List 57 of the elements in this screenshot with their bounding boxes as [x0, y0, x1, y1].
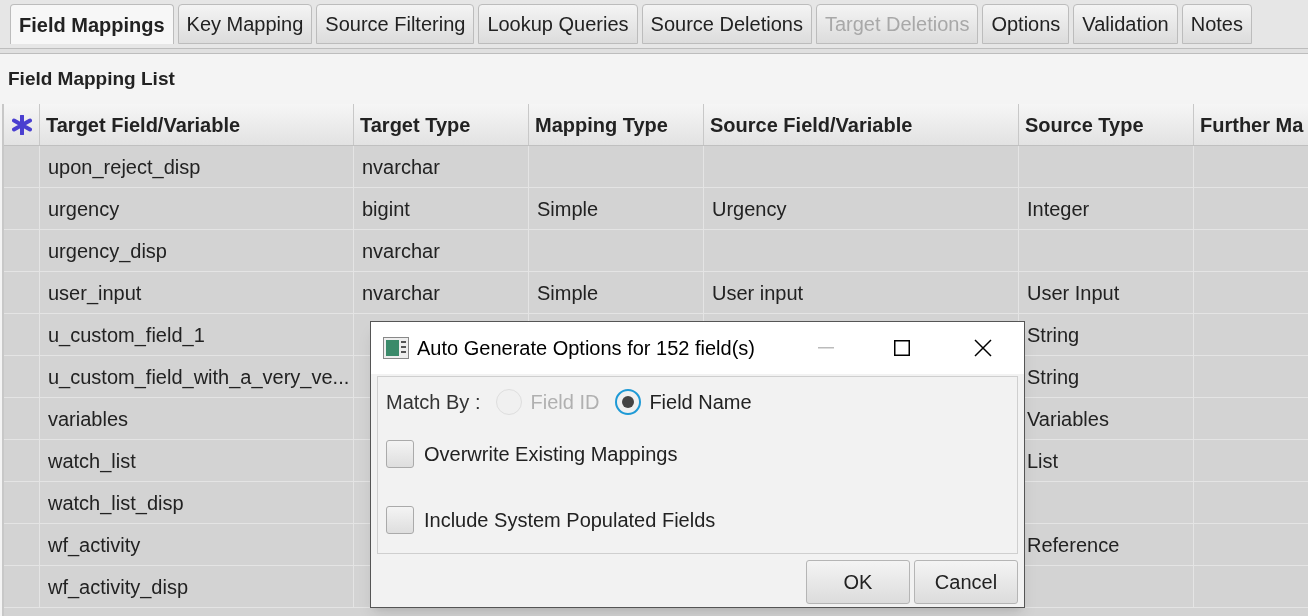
tab[interactable]: Field Mappings [10, 4, 174, 44]
table-cell-text: urgency_disp [48, 238, 167, 265]
table-cell-text: upon_reject_disp [48, 154, 201, 181]
dialog-title: Auto Generate Options for 152 field(s) [417, 336, 755, 361]
table-cell-text: Simple [537, 196, 599, 222]
radio-label: Field ID [530, 390, 600, 415]
table-cell-text: wf_activity_disp [48, 574, 189, 601]
table-cell-text: u_custom_field_with_a_very_ve... [48, 364, 350, 391]
dialog-button[interactable]: Cancel [914, 560, 1018, 604]
table-cell-text: Urgency [712, 196, 787, 222]
tab[interactable]: Source Filtering [316, 4, 475, 44]
close-icon[interactable] [974, 339, 992, 357]
tab[interactable]: Validation [1073, 4, 1178, 44]
table-cell-text: Reference [1027, 532, 1120, 558]
table-cell-text: wf_activity [48, 532, 141, 559]
checkbox[interactable] [386, 506, 414, 534]
radio-label: Field Name [649, 390, 752, 415]
asterisk-icon [11, 114, 32, 135]
column-header[interactable]: Source Type [1025, 109, 1144, 140]
column-header[interactable]: Source Field/Variable [710, 109, 913, 140]
table-cell-text: nvarchar [362, 154, 440, 180]
tab[interactable]: Notes [1181, 4, 1252, 44]
table-cell-text: User input [712, 280, 804, 306]
table-cell-text: watch_list_disp [48, 490, 184, 517]
column-header[interactable]: Target Type [360, 109, 471, 140]
table-cell-text: urgency [48, 196, 120, 222]
tab[interactable]: Key Mapping [177, 4, 313, 44]
table-cell-text: nvarchar [362, 280, 440, 306]
match-by-label: Match By : [386, 390, 481, 415]
table-cell-text: String [1027, 364, 1080, 390]
table-cell-text: user_input [48, 280, 142, 307]
table-cell-text: bigint [362, 196, 410, 222]
table-cell-text: Integer [1027, 196, 1090, 222]
column-header[interactable]: Target Field/Variable [46, 109, 241, 140]
table-cell-text: Variables [1027, 406, 1109, 432]
table-cell-text: Simple [537, 280, 599, 306]
radio-button[interactable] [615, 389, 642, 415]
tab[interactable]: Options [982, 4, 1070, 44]
table-cell-text: variables [48, 406, 129, 432]
app-icon [383, 337, 409, 359]
table-cell-text: List [1027, 448, 1059, 474]
dialog-button[interactable]: OK [806, 560, 910, 604]
checkbox-label: Overwrite Existing Mappings [424, 442, 678, 467]
checkbox[interactable] [386, 440, 414, 468]
panel-title: Field Mapping List [8, 66, 175, 91]
table-cell-text: nvarchar [362, 238, 440, 264]
tab[interactable]: Lookup Queries [478, 4, 638, 44]
column-header[interactable]: Mapping Type [535, 109, 668, 140]
checkbox-label: Include System Populated Fields [424, 508, 716, 533]
table-cell-text: User Input [1027, 280, 1120, 306]
table-cell-text: String [1027, 322, 1080, 348]
maximize-icon[interactable] [894, 340, 910, 356]
column-header[interactable]: Further Ma [1200, 109, 1304, 140]
tab[interactable]: Source Deletions [641, 4, 812, 44]
table-cell-text: watch_list [48, 448, 136, 475]
minimize-icon[interactable] [818, 347, 834, 349]
table-cell-text: u_custom_field_1 [48, 322, 205, 349]
